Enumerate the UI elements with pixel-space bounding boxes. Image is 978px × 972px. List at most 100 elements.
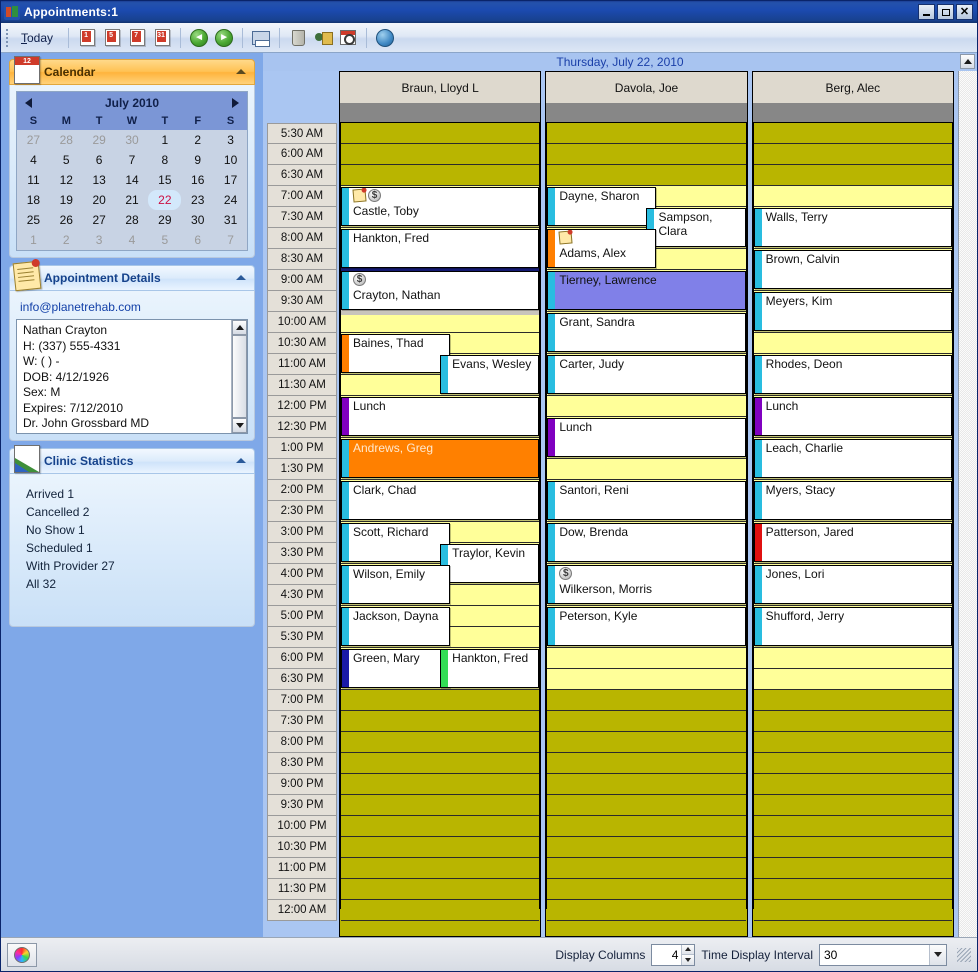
- appointment-block[interactable]: Hankton, Fred: [440, 649, 539, 688]
- slot-gridline[interactable]: [547, 879, 745, 900]
- calendar-day[interactable]: 24: [214, 190, 247, 210]
- find-appointment-button[interactable]: [337, 27, 359, 49]
- time-slot-label[interactable]: 9:00 AM: [267, 270, 337, 291]
- appointment-block[interactable]: Evans, Wesley: [440, 355, 539, 394]
- appointment-block[interactable]: Tierney, Lawrence: [547, 271, 745, 310]
- refresh-button[interactable]: [374, 27, 396, 49]
- appointment-block[interactable]: Green, Mary: [341, 649, 450, 688]
- slot-gridline[interactable]: [547, 774, 745, 795]
- appointment-block[interactable]: Traylor, Kevin: [440, 544, 539, 583]
- calendar-day[interactable]: 30: [181, 210, 214, 230]
- slot-gridline[interactable]: [547, 669, 745, 690]
- calendar-day[interactable]: 19: [50, 190, 83, 210]
- time-slot-label[interactable]: 3:30 PM: [267, 543, 337, 564]
- time-slot-label[interactable]: 4:00 PM: [267, 564, 337, 585]
- time-slot-label[interactable]: 1:00 PM: [267, 438, 337, 459]
- calendar-day[interactable]: 25: [17, 210, 50, 230]
- appointment-block[interactable]: Sampson, Clara: [646, 208, 745, 247]
- time-slot-label[interactable]: 11:30 PM: [267, 879, 337, 900]
- appointment-details-header[interactable]: Appointment Details: [9, 265, 255, 291]
- calendar-day[interactable]: 29: [148, 210, 181, 230]
- slot-gridline[interactable]: [341, 165, 539, 186]
- appointment-block[interactable]: $Wilkerson, Morris: [547, 565, 745, 604]
- slot-gridline[interactable]: [341, 312, 539, 333]
- appointment-block[interactable]: Scott, Richard: [341, 523, 450, 562]
- slot-gridline[interactable]: [341, 795, 539, 816]
- slot-gridline[interactable]: [341, 858, 539, 879]
- calendar-day[interactable]: 6: [83, 150, 116, 170]
- slot-gridline[interactable]: [341, 732, 539, 753]
- calendar-day[interactable]: 5: [50, 150, 83, 170]
- slot-gridline[interactable]: [547, 816, 745, 837]
- calendar-day[interactable]: 6: [181, 230, 214, 250]
- today-button[interactable]: Today: [13, 29, 61, 47]
- calendar-day-selected[interactable]: 22: [148, 190, 181, 210]
- previous-day-button[interactable]: ◄: [188, 27, 210, 49]
- slot-gridline[interactable]: [341, 144, 539, 165]
- time-slot-label[interactable]: 6:00 PM: [267, 648, 337, 669]
- calendar-day[interactable]: 26: [50, 210, 83, 230]
- appointment-block[interactable]: Dayne, Sharon: [547, 187, 656, 226]
- time-slot-label[interactable]: 5:00 PM: [267, 606, 337, 627]
- calendar-day[interactable]: 4: [17, 150, 50, 170]
- calendar-day[interactable]: 28: [50, 130, 83, 150]
- minimize-button[interactable]: [918, 4, 935, 20]
- close-button[interactable]: ✕: [956, 4, 973, 20]
- appointment-block[interactable]: Dow, Brenda: [547, 523, 745, 562]
- appointment-block[interactable]: Carter, Judy: [547, 355, 745, 394]
- provider-column-header[interactable]: Braun, Lloyd L: [339, 71, 541, 103]
- delete-button[interactable]: [287, 27, 309, 49]
- calendar-day[interactable]: 7: [214, 230, 247, 250]
- appointment-block[interactable]: Peterson, Kyle: [547, 607, 745, 646]
- slot-gridline[interactable]: [754, 186, 952, 207]
- time-slot-label[interactable]: 12:00 PM: [267, 396, 337, 417]
- slot-gridline[interactable]: [547, 795, 745, 816]
- slot-gridline[interactable]: [547, 648, 745, 669]
- appointment-block[interactable]: Patterson, Jared: [754, 523, 952, 562]
- calendar-day[interactable]: 10: [214, 150, 247, 170]
- time-slot-label[interactable]: 2:00 PM: [267, 480, 337, 501]
- appointment-block[interactable]: $Castle, Toby: [341, 187, 539, 226]
- calendar-day[interactable]: 7: [116, 150, 149, 170]
- maximize-button[interactable]: [937, 4, 954, 20]
- stepper-buttons[interactable]: [681, 945, 694, 965]
- scrollbar-thumb[interactable]: [232, 335, 247, 418]
- calendar-day[interactable]: 1: [17, 230, 50, 250]
- slot-gridline[interactable]: [547, 459, 745, 480]
- slot-gridline[interactable]: [754, 669, 952, 690]
- calendar-day[interactable]: 4: [116, 230, 149, 250]
- schedule-scroll-up-icon[interactable]: [960, 54, 975, 69]
- appointment-block[interactable]: Wilson, Emily: [341, 565, 450, 604]
- color-legend-button[interactable]: [7, 943, 37, 967]
- slot-gridline[interactable]: [754, 795, 952, 816]
- time-slot-label[interactable]: 12:30 PM: [267, 417, 337, 438]
- slot-gridline[interactable]: [547, 396, 745, 417]
- time-slot-label[interactable]: 4:30 PM: [267, 585, 337, 606]
- calendar-day[interactable]: 21: [116, 190, 149, 210]
- time-slot-label[interactable]: 11:30 AM: [267, 375, 337, 396]
- calendar-day[interactable]: 20: [83, 190, 116, 210]
- slot-gridline[interactable]: [547, 753, 745, 774]
- slot-gridline[interactable]: [547, 690, 745, 711]
- time-slot-label[interactable]: 8:00 PM: [267, 732, 337, 753]
- calendar-day[interactable]: 23: [181, 190, 214, 210]
- clinic-email-link[interactable]: info@planetrehab.com: [16, 297, 248, 319]
- calendar-day[interactable]: 17: [214, 170, 247, 190]
- calendar-day[interactable]: 29: [83, 130, 116, 150]
- slot-gridline[interactable]: [754, 837, 952, 858]
- time-slot-label[interactable]: 8:30 AM: [267, 249, 337, 270]
- day-view-5-button[interactable]: 5: [101, 27, 123, 49]
- time-slot-label[interactable]: 10:00 AM: [267, 312, 337, 333]
- chevron-up-icon[interactable]: [236, 275, 246, 280]
- chevron-up-icon[interactable]: [236, 458, 246, 463]
- patient-lookup-button[interactable]: [312, 27, 334, 49]
- calendar-day[interactable]: 28: [116, 210, 149, 230]
- slot-gridline[interactable]: [547, 123, 745, 144]
- time-slot-label[interactable]: 6:30 PM: [267, 669, 337, 690]
- appointment-block[interactable]: Hankton, Fred: [341, 229, 539, 268]
- time-slot-label[interactable]: 6:00 AM: [267, 144, 337, 165]
- calendar-day[interactable]: 3: [214, 130, 247, 150]
- schedule-vertical-scrollbar[interactable]: [958, 71, 977, 937]
- slot-gridline[interactable]: [341, 816, 539, 837]
- calendar-day[interactable]: 5: [148, 230, 181, 250]
